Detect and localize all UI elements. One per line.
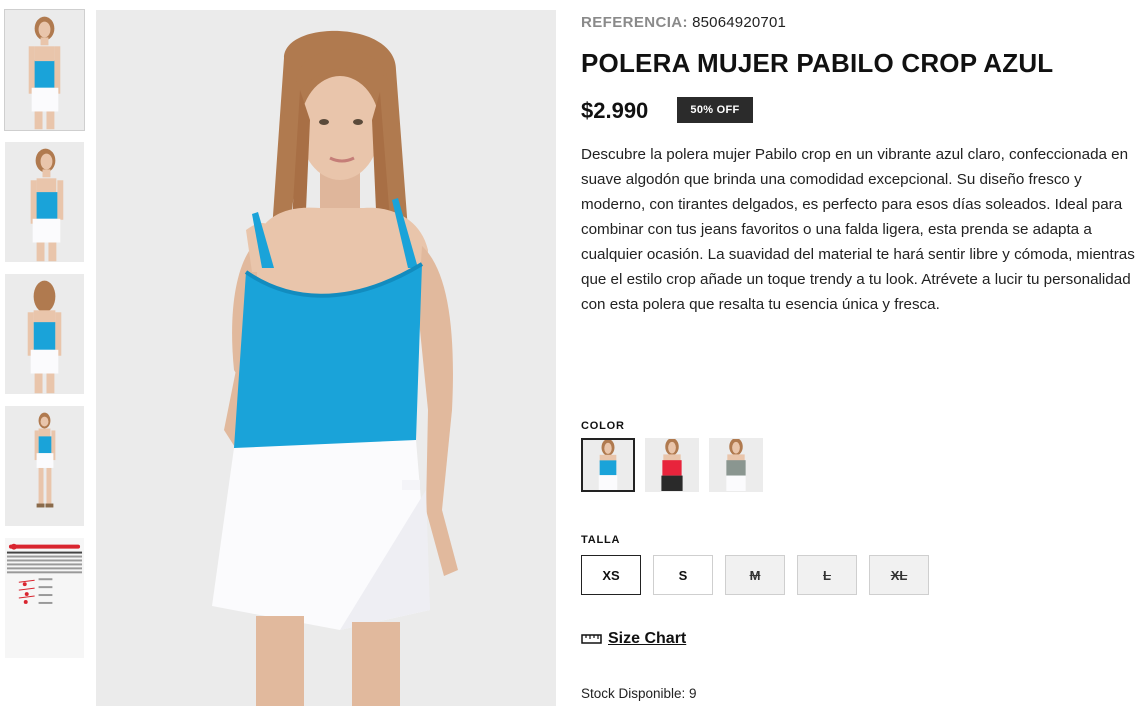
thumbnail-full-body[interactable]	[5, 406, 84, 526]
size-option-l[interactable]: L	[797, 555, 857, 595]
thumbnail-front-image	[5, 10, 84, 130]
color-swatch-azul-image	[583, 440, 633, 490]
reference-value: 85064920701	[692, 14, 787, 31]
size-option-xs[interactable]: XS	[581, 555, 641, 595]
ruler-icon	[581, 634, 602, 644]
thumbnail-front[interactable]	[4, 9, 85, 131]
product-description: Descubre la polera mujer Pabilo crop en …	[581, 146, 1135, 313]
discount-badge: 50% OFF	[677, 97, 753, 123]
thumbnail-full-body-image	[5, 406, 84, 526]
size-chart-link[interactable]: Size Chart	[581, 630, 686, 648]
product-title: POLERA MUJER PABILO CROP AZUL	[581, 48, 1054, 78]
color-swatch-gris[interactable]	[709, 438, 763, 492]
size-label: TALLA	[581, 534, 621, 546]
product-price: $2.990	[581, 98, 649, 123]
thumbnail-front-side[interactable]	[5, 142, 84, 262]
color-swatch-rojo-image	[646, 439, 698, 491]
main-product-image[interactable]	[96, 10, 556, 706]
color-label: COLOR	[581, 420, 625, 432]
size-option-xl[interactable]: XL	[869, 555, 929, 595]
color-swatch-rojo[interactable]	[645, 438, 699, 492]
thumbnail-size-chart[interactable]	[5, 538, 84, 658]
size-option-s[interactable]: S	[653, 555, 713, 595]
size-chart-label: Size Chart	[608, 630, 687, 647]
model-photo	[96, 10, 556, 706]
reference-label: REFERENCIA:	[581, 14, 688, 31]
thumbnail-front-side-image	[5, 142, 84, 262]
size-option-m[interactable]: M	[725, 555, 785, 595]
thumbnail-size-chart-image	[5, 538, 84, 658]
color-swatches	[581, 438, 763, 492]
thumbnail-back[interactable]	[5, 274, 84, 394]
size-options: XS S M L XL	[581, 555, 929, 595]
color-swatch-azul[interactable]	[581, 438, 635, 492]
stock-available: Stock Disponible: 9	[581, 686, 697, 701]
reference: REFERENCIA: 85064920701	[581, 14, 786, 31]
thumbnail-back-image	[5, 274, 84, 394]
color-swatch-gris-image	[710, 439, 762, 491]
